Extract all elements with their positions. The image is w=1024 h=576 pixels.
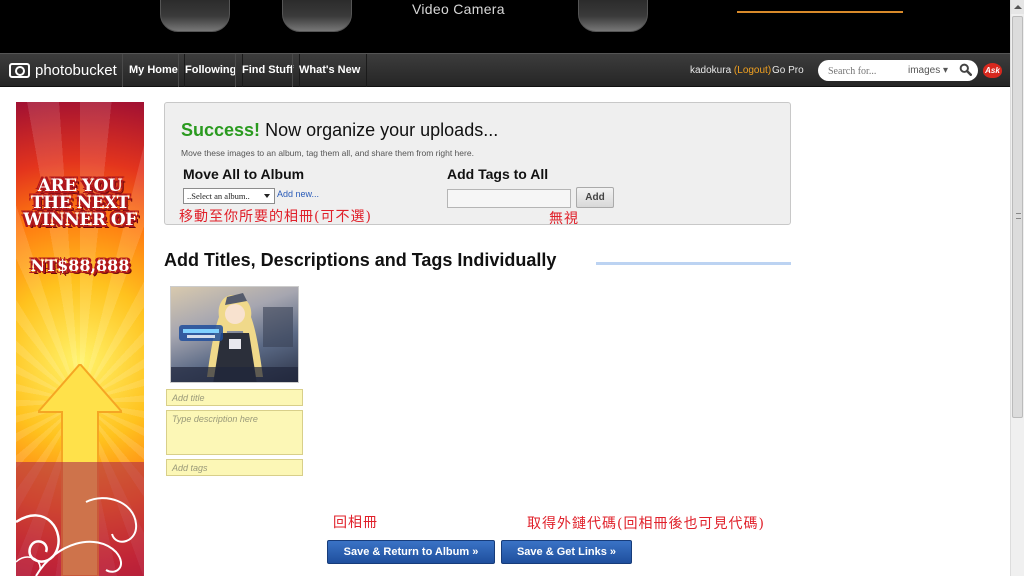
nav-item-following[interactable]: Following <box>178 54 244 87</box>
individual-section-title: Add Titles, Descriptions and Tags Indivi… <box>164 250 557 270</box>
move-all-heading: Move All to Album <box>183 166 305 182</box>
page-scrollbar[interactable] <box>1010 0 1024 576</box>
search-input[interactable] <box>828 64 903 78</box>
logout-link[interactable]: (Logout) <box>734 65 771 76</box>
banner-title: Video Camera <box>412 1 505 17</box>
scrollbar-thumb[interactable] <box>1012 16 1023 418</box>
scroll-grip-icon <box>1016 213 1021 219</box>
add-tags-button[interactable]: Add <box>576 187 614 208</box>
move-annotation: 移動至你所要的相冊(可不選) <box>179 209 372 225</box>
search-box: images ▾ <box>818 60 978 81</box>
success-subtitle: Move these images to an album, tag them … <box>181 148 474 158</box>
photo-tags-input[interactable]: Add tags <box>166 459 303 476</box>
success-word: Success! <box>181 120 261 140</box>
section-divider-line <box>596 262 791 265</box>
success-panel: Success! Now organize your uploads... Mo… <box>164 102 791 227</box>
banner-accent-line <box>737 11 903 13</box>
page: Video Camera photobucket My Home Followi… <box>0 0 1024 576</box>
scroll-up-arrow-icon[interactable] <box>1011 0 1024 14</box>
photobucket-logo[interactable]: photobucket <box>9 62 117 79</box>
search-type-dropdown[interactable]: images ▾ <box>908 65 948 76</box>
photo-title-input[interactable]: Add title <box>166 389 303 406</box>
logo-text: photobucket <box>35 62 117 79</box>
add-tags-heading: Add Tags to All <box>447 166 549 182</box>
ad-swirl-decoration <box>16 462 144 576</box>
camera-logo-icon <box>9 63 30 78</box>
ask-logo-icon[interactable]: Ask <box>983 63 1002 78</box>
success-title: Success! Now organize your uploads... <box>181 120 498 141</box>
links-annotation: 取得外鏈代碼(回相冊後也可見代碼) <box>527 516 765 532</box>
ad-prize: NT$88,888 <box>30 256 130 275</box>
photo-description-input[interactable]: Type description here <box>166 410 303 455</box>
return-annotation: 回相冊 <box>333 515 378 531</box>
ad-headline: ARE YOU THE NEXT WINNER OF <box>23 176 137 230</box>
camera-image-left <box>160 0 230 32</box>
anime-girl-image <box>171 293 298 382</box>
nav-item-my-home[interactable]: My Home <box>122 54 185 87</box>
photo-thumbnail[interactable] <box>170 286 299 383</box>
search-icon[interactable] <box>959 63 972 76</box>
add-new-album-link[interactable]: Add new... <box>277 189 319 199</box>
save-get-links-button[interactable]: Save & Get Links » <box>501 540 632 564</box>
album-select[interactable]: ..Select an album.. <box>183 188 275 204</box>
left-side-ad[interactable]: ARE YOU THE NEXT WINNER OF NT$88,888 <box>16 102 144 576</box>
top-ad-banner[interactable]: Video Camera <box>0 0 1010 53</box>
go-pro-link[interactable]: Go Pro <box>772 65 804 76</box>
top-navigation-bar: photobucket My Home Following Find Stuff… <box>0 53 1010 87</box>
camera-image-middle <box>282 0 352 32</box>
save-return-to-album-button[interactable]: Save & Return to Album » <box>327 540 495 564</box>
success-title-text: Now organize your uploads... <box>265 120 499 140</box>
username-link[interactable]: kadokura <box>690 65 731 76</box>
user-area: kadokura (Logout) <box>690 65 771 76</box>
nav-item-find-stuff[interactable]: Find Stuff <box>235 54 301 87</box>
tags-all-input[interactable] <box>447 189 571 208</box>
camera-image-right <box>578 0 648 32</box>
tags-annotation: 無視 <box>549 211 579 227</box>
nav-item-whats-new[interactable]: What's New <box>292 54 368 87</box>
